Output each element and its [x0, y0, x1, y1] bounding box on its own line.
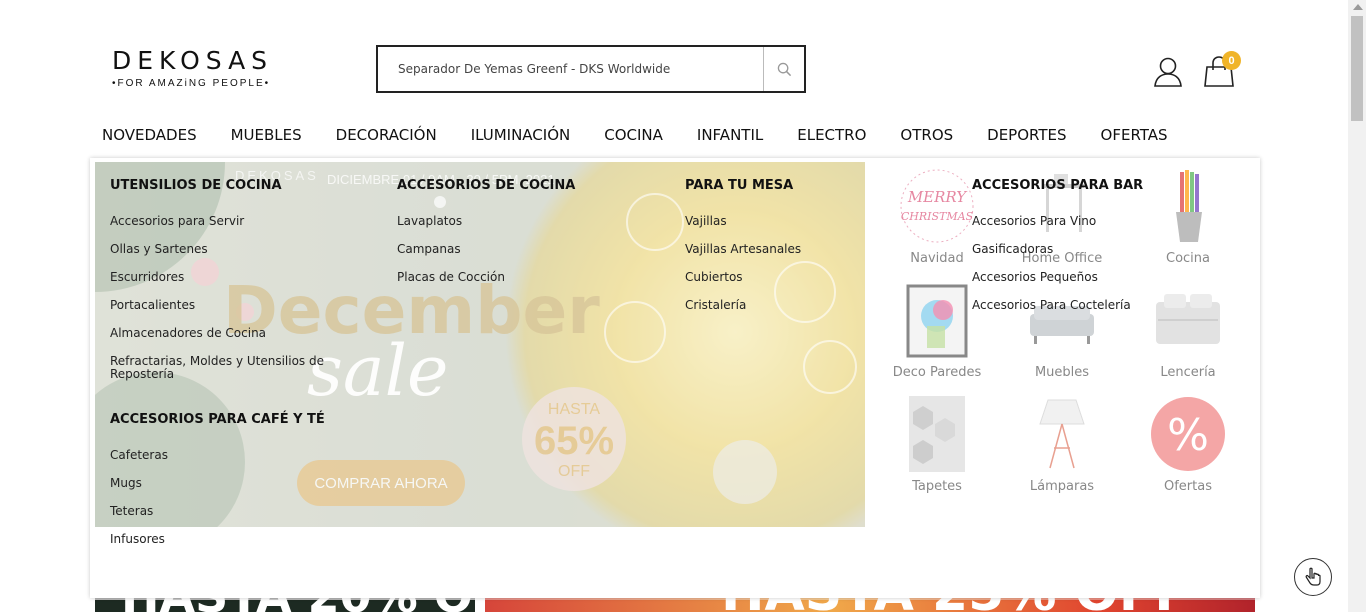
promo-badge: HASTA 65% OFF	[522, 387, 626, 491]
nav-infantil[interactable]: INFANTIL	[697, 124, 763, 148]
rug-icon	[899, 394, 975, 478]
search-button[interactable]	[763, 47, 804, 91]
menu-link[interactable]: Gasificadoras	[972, 243, 1143, 256]
tile-lamparas[interactable]: Lámparas	[1007, 394, 1117, 504]
menu-col-utensilios: UTENSILIOS DE COCINA Accesorios para Ser…	[110, 178, 325, 561]
menu-heading[interactable]: ACCESORIOS PARA BAR	[972, 178, 1143, 193]
menu-link[interactable]: Vajillas	[685, 215, 801, 228]
menu-link[interactable]: Portacalientes	[110, 299, 325, 312]
lamp-icon	[1024, 394, 1100, 478]
menu-link[interactable]: Cristalería	[685, 299, 801, 312]
menu-link[interactable]: Accesorios Para Vino	[972, 215, 1143, 228]
menu-link[interactable]: Refractarias, Moldes y Utensilios de Rep…	[110, 355, 325, 381]
kitchen-utensils-icon	[1150, 166, 1226, 250]
tile-label: Muebles	[1034, 365, 1090, 380]
nav-electro[interactable]: ELECTRO	[797, 124, 866, 148]
tile-label: Lámparas	[1029, 479, 1095, 494]
wall-art-icon	[899, 280, 975, 364]
menu-link[interactable]: Infusores	[110, 533, 325, 546]
menu-link[interactable]: Lavaplatos	[397, 215, 575, 228]
menu-link[interactable]: Mugs	[110, 477, 325, 490]
tile-ofertas[interactable]: % Ofertas	[1133, 394, 1243, 504]
promo-badge-bottom: OFF	[558, 463, 590, 480]
mega-menu-cocina: DEKOSAS DICIEMBRE 01 / 9AM - 30 / 5PM, 2…	[90, 158, 1260, 598]
tile-label: Lencería	[1160, 365, 1216, 380]
tile-cocina[interactable]: Cocina	[1133, 166, 1243, 276]
nav-novedades[interactable]: NOVEDADES	[102, 124, 197, 148]
main-nav: NOVEDADES MUEBLES DECORACIÓN ILUMINACIÓN…	[102, 124, 1168, 148]
menu-heading[interactable]: PARA TU MESA	[685, 178, 801, 193]
cart-count-badge: 0	[1222, 51, 1241, 70]
account-button[interactable]	[1152, 55, 1184, 87]
menu-link[interactable]: Accesorios para Servir	[110, 215, 325, 228]
tile-label: Deco Paredes	[892, 365, 982, 380]
hand-pointer-icon	[1305, 567, 1321, 586]
menu-link[interactable]: Accesorios Para Coctelería	[972, 299, 1143, 312]
nav-deportes[interactable]: DEPORTES	[987, 124, 1066, 148]
promo-sale: sale	[307, 330, 449, 412]
menu-link[interactable]: Placas de Cocción	[397, 271, 575, 284]
bed-linen-icon	[1150, 280, 1226, 364]
menu-link[interactable]: Accesorios Pequeños	[972, 271, 1143, 284]
scroll-up-arrow-icon[interactable]	[1353, 4, 1363, 10]
tile-tapetes[interactable]: Tapetes	[882, 394, 992, 504]
menu-heading[interactable]: ACCESORIOS PARA CAFÉ Y TÉ	[110, 412, 325, 427]
christmas-icon: MERRY CHRISTMAS	[899, 166, 975, 250]
tile-label: Ofertas	[1164, 479, 1212, 494]
nav-otros[interactable]: OTROS	[900, 124, 953, 148]
menu-link[interactable]: Almacenadores de Cocina	[110, 327, 325, 340]
menu-heading[interactable]: ACCESORIOS DE COCINA	[397, 178, 575, 193]
tile-label: Cocina	[1166, 251, 1210, 266]
search-box	[376, 45, 806, 93]
menu-col-accesorios: ACCESORIOS DE COCINA Lavaplatos Campanas…	[397, 178, 575, 299]
percent-symbol: %	[1167, 410, 1209, 461]
promo-badge-top: HASTA	[547, 401, 601, 418]
christmas-art-line2: CHRISTMAS	[901, 210, 974, 223]
menu-link[interactable]: Campanas	[397, 243, 575, 256]
menu-col-bar: ACCESORIOS PARA BAR Accesorios Para Vino…	[972, 178, 1143, 327]
menu-link[interactable]: Cubiertos	[685, 271, 801, 284]
site-header: DEKOSAS •FOR AMAZiNG PEOPLE• 0 NOVEDADES…	[0, 0, 1348, 160]
floating-action-button[interactable]	[1294, 558, 1332, 596]
user-icon	[1154, 57, 1182, 87]
menu-link[interactable]: Teteras	[110, 505, 325, 518]
menu-link[interactable]: Ollas y Sartenes	[110, 243, 325, 256]
nav-decoracion[interactable]: DECORACIÓN	[336, 124, 437, 148]
promo-badge-value: 65%	[533, 419, 615, 463]
logo-name: DEKOSAS	[112, 46, 274, 75]
scrollbar-thumb[interactable]	[1351, 16, 1363, 121]
nav-ofertas[interactable]: OFERTAS	[1101, 124, 1168, 148]
nav-cocina[interactable]: COCINA	[604, 124, 663, 148]
percent-icon: %	[1150, 394, 1226, 478]
logo[interactable]: DEKOSAS •FOR AMAZiNG PEOPLE•	[112, 47, 292, 93]
tile-label: Tapetes	[912, 479, 962, 494]
menu-link[interactable]: Vajillas Artesanales	[685, 243, 801, 256]
menu-link[interactable]: Escurridores	[110, 271, 325, 284]
menu-heading[interactable]: UTENSILIOS DE COCINA	[110, 178, 325, 193]
search-input[interactable]	[378, 47, 766, 91]
logo-tagline: •FOR AMAZiNG PEOPLE•	[112, 78, 271, 89]
nav-muebles[interactable]: MUEBLES	[231, 124, 302, 148]
tile-lenceria[interactable]: Lencería	[1133, 280, 1243, 390]
christmas-art-line1: MERRY	[907, 188, 968, 206]
nav-iluminacion[interactable]: ILUMINACIÓN	[471, 124, 571, 148]
search-icon	[777, 62, 791, 76]
menu-link[interactable]: Cafeteras	[110, 449, 325, 462]
menu-col-mesa: PARA TU MESA Vajillas Vajillas Artesanal…	[685, 178, 801, 327]
